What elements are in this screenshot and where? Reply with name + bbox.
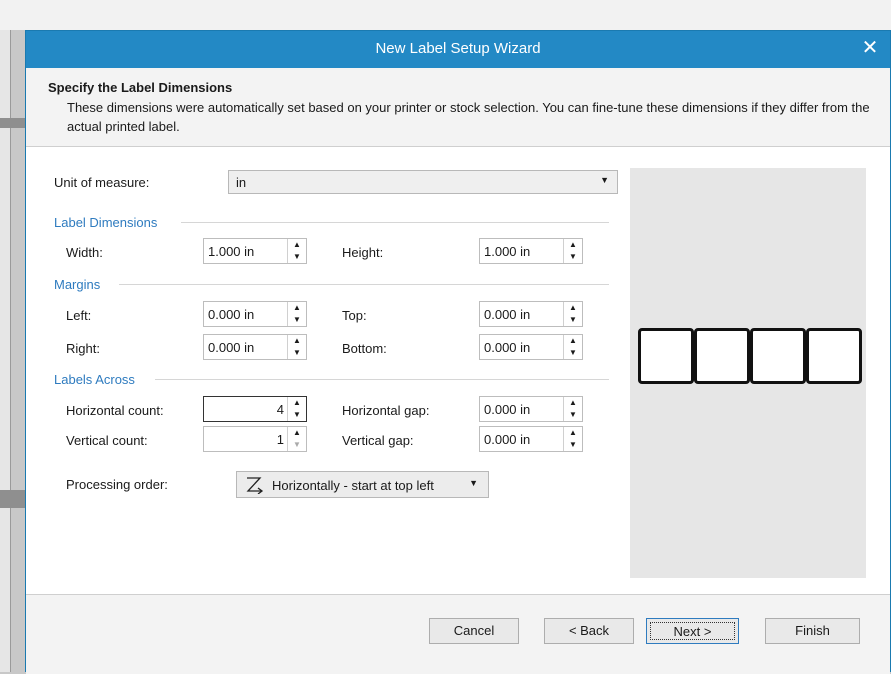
chevron-up-icon[interactable]: ▲ (288, 427, 306, 439)
section-labels-across: Labels Across (54, 372, 135, 387)
vertical-gap-input[interactable] (480, 427, 564, 451)
finish-button[interactable]: Finish (765, 618, 860, 644)
chevron-down-icon[interactable]: ▼ (288, 314, 306, 326)
chevron-up-icon[interactable]: ▲ (564, 302, 582, 314)
next-button-label: Next > (650, 622, 735, 640)
height-stepper[interactable]: ▲ ▼ (479, 238, 583, 264)
chevron-up-icon[interactable]: ▲ (564, 335, 582, 347)
chevron-up-icon[interactable]: ▲ (564, 397, 582, 409)
chevron-down-icon: ▼ (469, 478, 478, 488)
z-order-icon (246, 477, 264, 494)
unit-label: Unit of measure: (54, 175, 150, 190)
top-margin-stepper[interactable]: ▲ ▼ (479, 301, 583, 327)
horizontal-count-stepper[interactable]: ▲ ▼ (203, 396, 307, 422)
chevron-down-icon[interactable]: ▼ (288, 409, 306, 421)
label-preview-cell (806, 328, 862, 384)
chevron-up-icon[interactable]: ▲ (564, 239, 582, 251)
horizontal-gap-stepper[interactable]: ▲ ▼ (479, 396, 583, 422)
stepper-buttons: ▲ ▼ (563, 397, 582, 421)
step-description: These dimensions were automatically set … (67, 100, 870, 134)
horizontal-gap-input[interactable] (480, 397, 564, 421)
chevron-up-icon[interactable]: ▲ (564, 427, 582, 439)
background-strip (0, 118, 26, 128)
width-input[interactable] (204, 239, 288, 263)
width-label: Width: (66, 245, 103, 260)
footer-bar: Cancel < Back Next > Finish (26, 594, 890, 674)
processing-order-value: Horizontally - start at top left (272, 478, 434, 493)
chevron-down-icon[interactable]: ▼ (288, 251, 306, 263)
left-margin-stepper[interactable]: ▲ ▼ (203, 301, 307, 327)
section-label-dimensions: Label Dimensions (54, 215, 158, 230)
vertical-gap-stepper[interactable]: ▲ ▼ (479, 426, 583, 452)
wizard-dialog: New Label Setup Wizard ✕ Specify the Lab… (25, 30, 891, 674)
stepper-buttons: ▲ ▼ (287, 397, 306, 421)
unit-select[interactable]: in ▼ (228, 170, 618, 194)
vertical-count-stepper[interactable]: ▲ ▼ (203, 426, 307, 452)
width-stepper[interactable]: ▲ ▼ (203, 238, 307, 264)
top-margin-label: Top: (342, 308, 367, 323)
left-margin-label: Left: (66, 308, 92, 323)
label-preview-cell (638, 328, 694, 384)
step-title: Specify the Label Dimensions (48, 80, 233, 95)
stepper-buttons: ▲ ▼ (287, 302, 306, 326)
background-strip (0, 490, 26, 508)
back-button[interactable]: < Back (544, 618, 634, 644)
unit-value: in (236, 175, 247, 190)
stepper-buttons: ▲ ▼ (563, 302, 582, 326)
cancel-button[interactable]: Cancel (429, 618, 519, 644)
bottom-margin-stepper[interactable]: ▲ ▼ (479, 334, 583, 360)
stepper-buttons: ▲ ▼ (287, 335, 306, 359)
chevron-down-icon[interactable]: ▼ (564, 251, 582, 263)
vertical-gap-label: Vertical gap: (342, 433, 414, 448)
chevron-up-icon[interactable]: ▲ (288, 397, 306, 409)
top-margin-input[interactable] (480, 302, 564, 326)
horizontal-count-label: Horizontal count: (66, 403, 164, 418)
label-preview (630, 168, 866, 578)
right-margin-label: Right: (66, 341, 100, 356)
height-input[interactable] (480, 239, 564, 263)
stepper-buttons: ▲ ▼ (287, 427, 306, 451)
stepper-buttons: ▲ ▼ (287, 239, 306, 263)
next-button[interactable]: Next > (646, 618, 739, 644)
label-preview-cell (750, 328, 806, 384)
height-label: Height: (342, 245, 384, 260)
right-margin-stepper[interactable]: ▲ ▼ (203, 334, 307, 360)
close-icon[interactable]: ✕ (858, 36, 882, 60)
label-preview-cell (694, 328, 750, 384)
chevron-down-icon: ▼ (600, 175, 609, 185)
chevron-down-icon[interactable]: ▼ (564, 314, 582, 326)
header-panel: Specify the Label Dimensions These dimen… (26, 68, 890, 147)
background-window-top (0, 0, 891, 30)
chevron-up-icon[interactable]: ▲ (288, 239, 306, 251)
stepper-buttons: ▲ ▼ (563, 427, 582, 451)
window-title: New Label Setup Wizard (375, 40, 541, 57)
horizontal-gap-label: Horizontal gap: (342, 403, 430, 418)
section-divider (155, 379, 609, 380)
chevron-down-icon[interactable]: ▼ (564, 439, 582, 451)
horizontal-count-input[interactable] (204, 397, 288, 421)
right-margin-input[interactable] (204, 335, 288, 359)
vertical-count-input[interactable] (204, 427, 288, 451)
section-divider (119, 284, 609, 285)
chevron-up-icon[interactable]: ▲ (288, 335, 306, 347)
chevron-down-icon[interactable]: ▼ (288, 439, 306, 451)
chevron-down-icon[interactable]: ▼ (564, 347, 582, 359)
stepper-buttons: ▲ ▼ (563, 335, 582, 359)
chevron-down-icon[interactable]: ▼ (288, 347, 306, 359)
chevron-up-icon[interactable]: ▲ (288, 302, 306, 314)
title-bar[interactable]: New Label Setup Wizard ✕ (26, 31, 890, 68)
processing-order-dropdown[interactable]: Horizontally - start at top left ▼ (236, 471, 489, 498)
vertical-count-label: Vertical count: (66, 433, 148, 448)
bottom-margin-label: Bottom: (342, 341, 387, 356)
bottom-margin-input[interactable] (480, 335, 564, 359)
left-margin-input[interactable] (204, 302, 288, 326)
section-margins: Margins (54, 277, 101, 292)
processing-order-label: Processing order: (66, 477, 168, 492)
section-divider (181, 222, 609, 223)
chevron-down-icon[interactable]: ▼ (564, 409, 582, 421)
stepper-buttons: ▲ ▼ (563, 239, 582, 263)
